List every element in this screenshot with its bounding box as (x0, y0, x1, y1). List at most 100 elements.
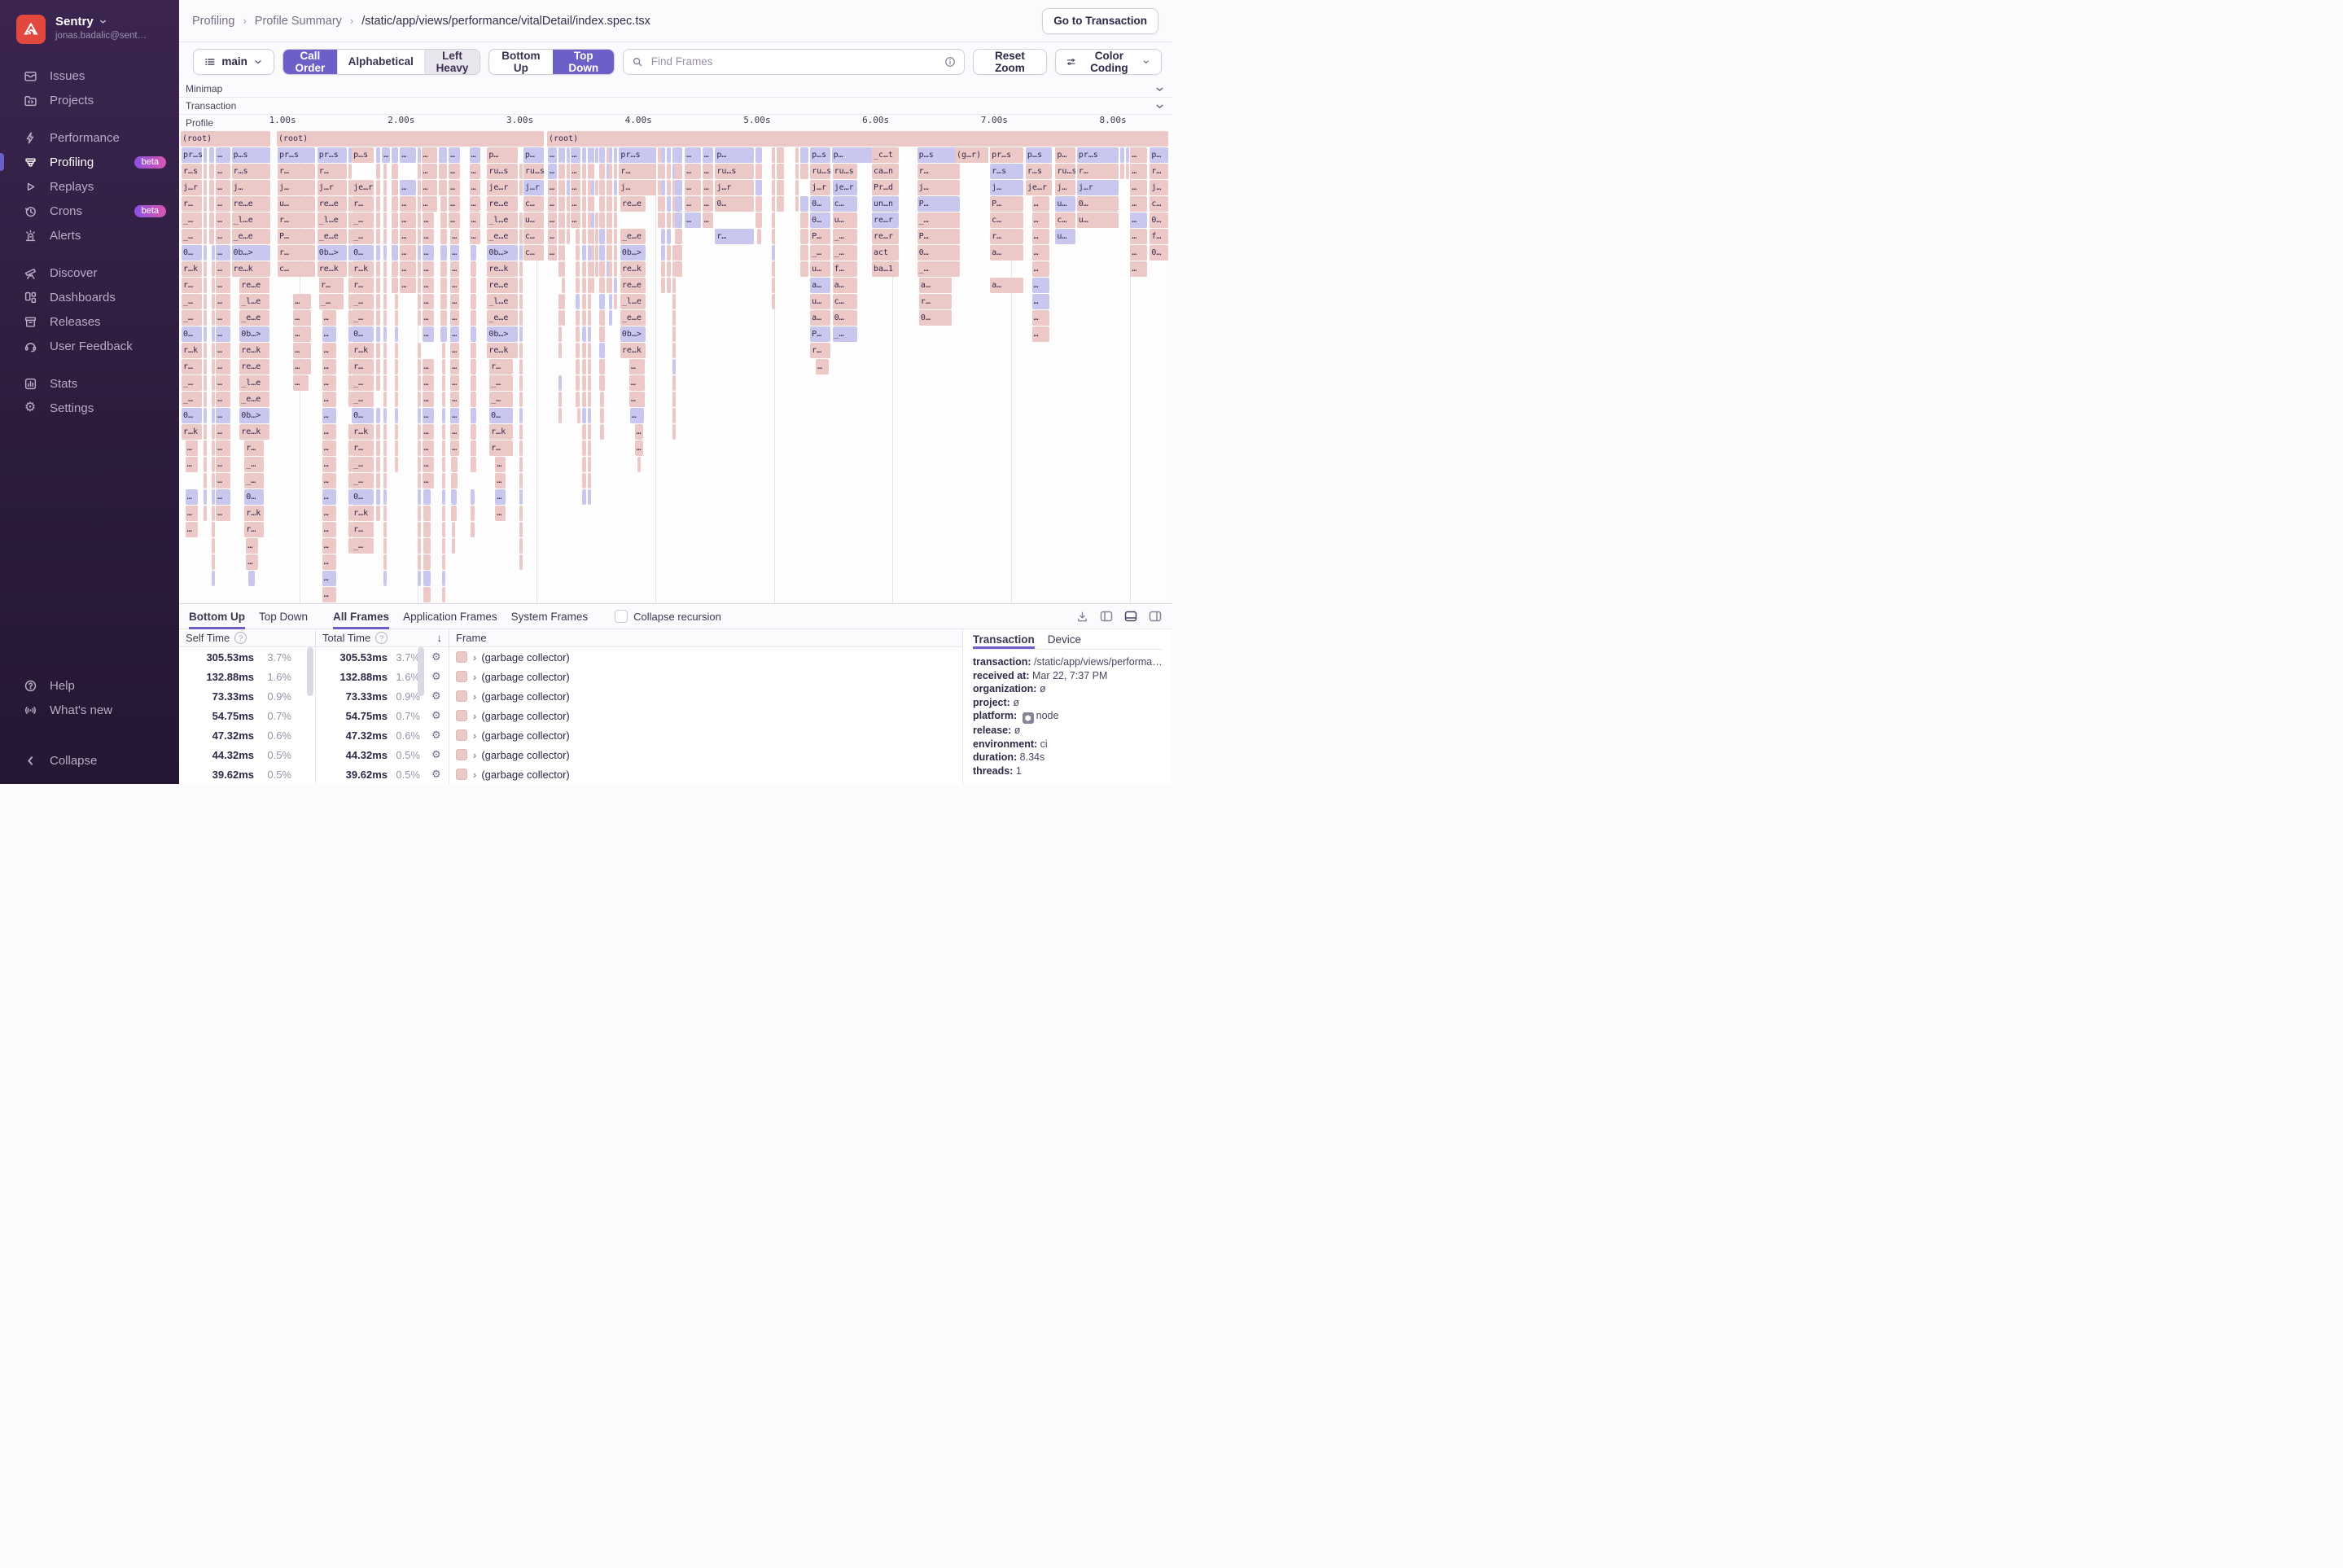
flame-cell[interactable]: _l…e (232, 212, 270, 228)
flame-cell[interactable] (667, 196, 671, 212)
flame-cell[interactable]: … (216, 457, 230, 472)
flame-cell[interactable] (599, 147, 605, 163)
flame-cell[interactable] (582, 343, 586, 358)
flame-cell[interactable]: … (216, 440, 230, 456)
flame-cell[interactable]: … (1130, 229, 1147, 244)
flame-cell[interactable]: … (246, 554, 258, 570)
flame-cell[interactable]: _… (810, 245, 830, 261)
flame-cell[interactable] (519, 326, 523, 342)
flame-cell[interactable] (440, 196, 447, 212)
flame-cell[interactable]: _l…e (487, 294, 518, 309)
flame-cell[interactable] (519, 261, 523, 277)
flame-cell[interactable]: pr…s (278, 147, 315, 163)
flame-cell[interactable] (667, 180, 671, 195)
flame-cell[interactable]: ru…s (523, 164, 544, 179)
org-header[interactable]: Sentry jonas.badalic@sent… (0, 0, 179, 44)
flame-cell[interactable] (212, 343, 215, 358)
layout-bottom-icon[interactable] (1124, 611, 1137, 622)
flame-cell[interactable] (591, 180, 594, 195)
flame-cell[interactable]: … (450, 343, 459, 358)
flame-cell[interactable] (418, 424, 421, 440)
flame-cell[interactable] (772, 164, 775, 179)
flame-cell[interactable]: … (629, 392, 646, 407)
flame-cell[interactable]: _l…e (239, 294, 269, 309)
flame-cell[interactable]: … (548, 196, 557, 212)
flame-cell[interactable]: … (422, 164, 438, 179)
flame-cell[interactable] (755, 164, 761, 179)
flame-cell[interactable]: 0b…> (487, 245, 518, 261)
flame-cell[interactable] (440, 212, 447, 228)
flame-cell[interactable]: r…k (182, 424, 202, 440)
flame-cell[interactable]: … (470, 229, 480, 244)
table-row-frame[interactable]: ›(garbage collector) (449, 725, 962, 745)
flame-cell[interactable] (376, 245, 380, 261)
flame-labeled-cell[interactable]: Pr…d (872, 180, 899, 195)
flame-cell[interactable]: r… (352, 196, 374, 212)
flame-cell[interactable] (567, 229, 570, 244)
table-row-self[interactable]: 54.75ms0.7% (179, 706, 315, 725)
flame-cell[interactable] (672, 343, 676, 358)
flame-cell[interactable]: r… (319, 278, 344, 293)
flame-cell[interactable] (576, 343, 580, 358)
flame-cell[interactable]: … (216, 261, 230, 277)
flame-cell[interactable]: _l…e (239, 375, 269, 391)
flame-cell[interactable]: … (423, 310, 434, 326)
flame-cell[interactable] (395, 457, 398, 472)
segment-left-heavy[interactable]: Left Heavy (424, 50, 480, 74)
flame-cell[interactable]: r… (278, 164, 315, 179)
flame-cell[interactable] (667, 164, 671, 179)
flame-cell[interactable] (558, 180, 562, 195)
flame-cell[interactable]: re…k (620, 343, 646, 358)
flame-cell[interactable]: j…r (715, 180, 754, 195)
flame-cell[interactable] (418, 294, 421, 309)
flame-cell[interactable] (582, 164, 586, 179)
flame-cell[interactable] (588, 294, 591, 309)
flame-cell[interactable] (777, 147, 784, 163)
flame-cell[interactable] (519, 473, 523, 488)
flame-cell[interactable]: u… (1055, 229, 1075, 244)
flame-cell[interactable]: … (216, 326, 230, 342)
flame-cell[interactable] (562, 212, 565, 228)
flame-cell[interactable] (418, 180, 421, 195)
flame-cell[interactable]: r…k (182, 261, 202, 277)
flame-cell[interactable]: … (322, 310, 336, 326)
flame-cell[interactable] (471, 261, 476, 277)
flame-cell[interactable] (471, 278, 476, 293)
flame-cell[interactable] (595, 229, 598, 244)
flame-cell[interactable]: r…s (990, 164, 1023, 179)
flame-cell[interactable] (582, 278, 586, 293)
flame-cell[interactable] (667, 229, 671, 244)
flame-cell[interactable] (383, 538, 387, 554)
flame-cell[interactable] (418, 392, 421, 407)
flame-cell[interactable] (451, 489, 457, 505)
flame-cell[interactable]: … (423, 229, 434, 244)
flame-cell[interactable] (661, 147, 664, 163)
flame-cell[interactable] (588, 359, 591, 374)
flame-cell[interactable]: … (1032, 310, 1049, 326)
flame-cell[interactable]: _… (489, 392, 513, 407)
flame-cell[interactable] (418, 245, 421, 261)
flame-cell[interactable] (204, 489, 207, 505)
flame-cell[interactable]: c… (833, 196, 858, 212)
table-row-total[interactable]: 305.53ms3.7%⚙ (316, 647, 449, 667)
flame-cell[interactable] (383, 180, 387, 195)
tab-application-frames[interactable]: Application Frames (403, 604, 497, 629)
gear-icon[interactable]: ⚙ (431, 768, 441, 781)
flame-cell[interactable]: … (216, 310, 230, 326)
table-row-total[interactable]: 132.88ms1.6%⚙ (316, 667, 449, 686)
flame-cell[interactable]: … (470, 212, 480, 228)
flame-cell[interactable]: _… (182, 375, 202, 391)
flame-cell[interactable]: … (216, 196, 230, 212)
flame-cell[interactable] (800, 245, 808, 261)
layout-left-icon[interactable] (1100, 611, 1113, 622)
flame-cell[interactable] (418, 440, 421, 456)
sidebar-item-replays[interactable]: Replays (0, 174, 179, 199)
flame-cell[interactable]: r…s (182, 164, 202, 179)
flame-cell[interactable]: r… (244, 522, 264, 537)
flame-cell[interactable]: 0b…> (232, 245, 270, 261)
sidebar-item-projects[interactable]: Projects (0, 88, 179, 112)
flame-cell[interactable]: p… (832, 147, 874, 163)
flame-cell[interactable] (442, 424, 446, 440)
flame-cell[interactable]: … (423, 392, 434, 407)
flame-cell[interactable]: P… (810, 229, 830, 244)
